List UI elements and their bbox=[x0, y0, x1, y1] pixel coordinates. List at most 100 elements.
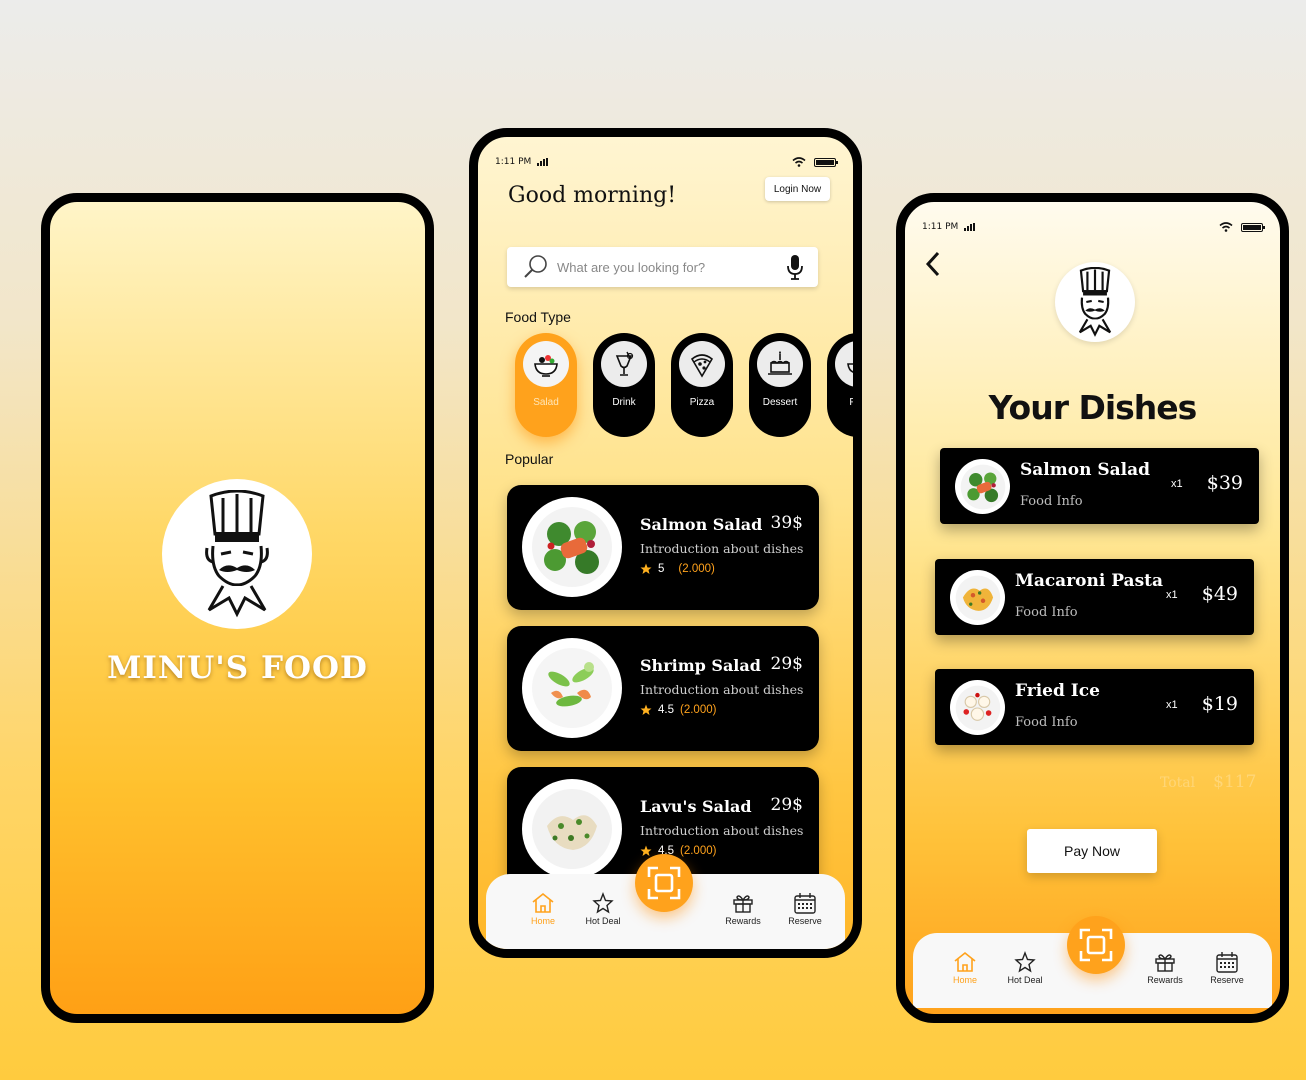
status-bar: 1:11 PM bbox=[495, 155, 838, 169]
search-bar[interactable] bbox=[507, 247, 818, 287]
pay-now-button[interactable]: Pay Now bbox=[1027, 829, 1157, 873]
sparkle-star-icon bbox=[1014, 951, 1036, 973]
food-price: 29$ bbox=[770, 654, 803, 674]
rating-value: 4.5 bbox=[658, 704, 674, 716]
category-label: Dessert bbox=[762, 397, 798, 408]
tab-label: Reserve bbox=[1210, 975, 1244, 985]
cart-item[interactable]: Salmon Salad Food Info x1 $39 bbox=[940, 448, 1259, 524]
dish-image bbox=[950, 570, 1005, 625]
food-price: 29$ bbox=[770, 795, 803, 815]
tab-reserve[interactable]: Reserve bbox=[1197, 951, 1257, 985]
tab-home[interactable]: Home bbox=[513, 892, 573, 926]
tab-label: Home bbox=[530, 916, 555, 926]
pizza-icon bbox=[690, 354, 714, 378]
food-image bbox=[522, 779, 622, 879]
category-pizza[interactable]: Pizza bbox=[671, 333, 733, 437]
wifi-icon bbox=[792, 157, 806, 167]
search-icon bbox=[524, 255, 547, 278]
review-count: (2.000) bbox=[680, 845, 717, 857]
category-label: Pizza bbox=[689, 397, 715, 408]
food-name: Salmon Salad bbox=[640, 515, 763, 534]
signal-icon bbox=[537, 158, 549, 166]
tab-reserve[interactable]: Reserve bbox=[775, 892, 835, 926]
calendar-icon bbox=[794, 893, 816, 914]
cart-item[interactable]: Macaroni Pasta Food Info x1 $49 bbox=[935, 559, 1254, 635]
total-value: $117 bbox=[1213, 772, 1257, 792]
scan-button[interactable] bbox=[1067, 916, 1125, 974]
dish-quantity: x1 bbox=[1166, 589, 1178, 601]
food-card[interactable]: Shrimp Salad 29$ Introduction about dish… bbox=[507, 626, 819, 751]
status-bar: 1:11 PM bbox=[922, 220, 1265, 234]
status-time: 1:11 PM bbox=[922, 222, 959, 232]
tab-label: Hot Deal bbox=[585, 916, 621, 926]
review-count: (2.000) bbox=[678, 563, 715, 575]
food-card[interactable]: Salmon Salad 39$ Introduction about dish… bbox=[507, 485, 819, 610]
star-icon bbox=[640, 845, 652, 856]
status-time: 1:11 PM bbox=[495, 157, 532, 167]
tab-hot-deal[interactable]: Hot Deal bbox=[573, 892, 633, 926]
greeting-title: Good morning! bbox=[508, 183, 677, 208]
food-description: Introduction about dishes bbox=[640, 823, 804, 838]
category-label: Drink bbox=[612, 397, 636, 408]
food-info-link[interactable]: Food Info bbox=[1020, 494, 1083, 509]
dish-quantity: x1 bbox=[1171, 478, 1183, 490]
tab-hot-deal[interactable]: Hot Deal bbox=[995, 951, 1055, 985]
tab-rewards[interactable]: Rewards bbox=[1135, 951, 1195, 985]
tab-label: Reserve bbox=[788, 916, 822, 926]
cake-icon bbox=[768, 351, 792, 375]
food-image bbox=[522, 638, 622, 738]
calendar-icon bbox=[1216, 952, 1238, 973]
home-icon bbox=[532, 892, 554, 913]
gift-icon bbox=[733, 895, 753, 913]
category-pasta[interactable]: Pas bbox=[827, 333, 862, 437]
page-title: Your Dishes bbox=[988, 388, 1198, 427]
tab-label: Rewards bbox=[1147, 975, 1183, 985]
chevron-left-icon bbox=[925, 251, 940, 277]
dish-name: Fried Ice bbox=[1015, 681, 1100, 701]
dish-price: $19 bbox=[1201, 693, 1238, 715]
category-drink[interactable]: Drink bbox=[593, 333, 655, 437]
food-info-link[interactable]: Food Info bbox=[1015, 715, 1078, 730]
dish-name: Macaroni Pasta bbox=[1015, 571, 1164, 591]
star-icon bbox=[640, 563, 652, 574]
food-rating: 4.5 (2.000) bbox=[640, 704, 716, 716]
tab-home[interactable]: Home bbox=[935, 951, 995, 985]
order-total: Total $117 bbox=[1160, 772, 1256, 792]
drink-icon bbox=[615, 351, 634, 376]
tab-label: Hot Deal bbox=[1007, 975, 1043, 985]
dish-quantity: x1 bbox=[1166, 699, 1178, 711]
cart-item[interactable]: Fried Ice Food Info x1 $19 bbox=[935, 669, 1254, 745]
food-price: 39$ bbox=[770, 513, 803, 533]
brand-name: MINU'S FOOD bbox=[107, 650, 368, 686]
scan-button[interactable] bbox=[635, 854, 693, 912]
tab-rewards[interactable]: Rewards bbox=[713, 892, 773, 926]
popular-label: Popular bbox=[505, 451, 554, 467]
back-button[interactable] bbox=[923, 250, 943, 281]
category-dessert[interactable]: Dessert bbox=[749, 333, 811, 437]
tab-label: Home bbox=[952, 975, 977, 985]
chef-logo bbox=[162, 479, 312, 629]
pasta-icon bbox=[847, 363, 853, 373]
search-input[interactable] bbox=[557, 259, 786, 275]
salad-bowl-icon bbox=[534, 355, 558, 377]
tab-label: Rewards bbox=[725, 916, 761, 926]
chef-logo bbox=[1055, 262, 1135, 342]
food-info-link[interactable]: Food Info bbox=[1015, 605, 1078, 620]
food-description: Introduction about dishes bbox=[640, 682, 804, 697]
star-icon bbox=[640, 704, 652, 715]
category-salad[interactable]: Salad bbox=[515, 333, 577, 437]
rating-value: 5 bbox=[658, 563, 665, 575]
total-label: Total bbox=[1160, 775, 1196, 791]
microphone-icon[interactable] bbox=[786, 254, 804, 280]
dishes-screen: 1:11 PM Your Dishes Salmon Salad Food In… bbox=[896, 193, 1289, 1023]
login-button[interactable]: Login Now bbox=[765, 177, 830, 201]
battery-icon bbox=[814, 157, 838, 167]
dish-price: $39 bbox=[1206, 472, 1243, 494]
food-image bbox=[522, 497, 622, 597]
splash-screen: MINU'S FOOD bbox=[41, 193, 434, 1023]
wifi-icon bbox=[1219, 222, 1233, 232]
category-label: Pas bbox=[849, 397, 862, 408]
food-rating: 4.5 (2.000) bbox=[640, 845, 716, 857]
gift-icon bbox=[1155, 954, 1175, 972]
scan-icon bbox=[647, 866, 681, 900]
